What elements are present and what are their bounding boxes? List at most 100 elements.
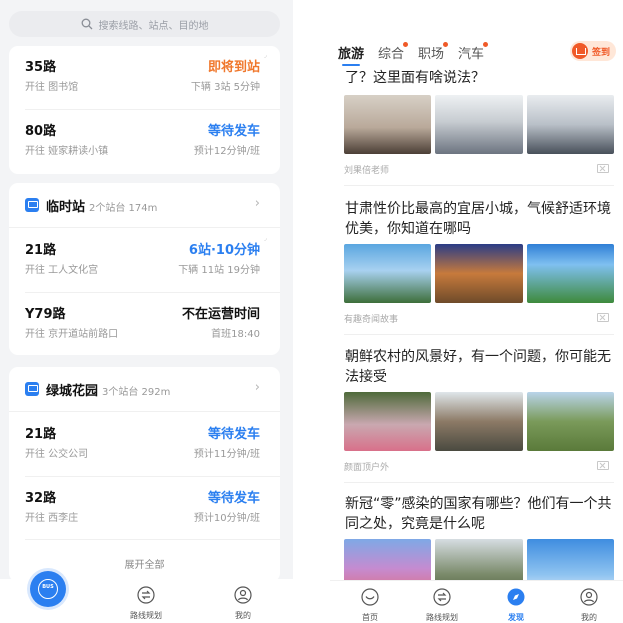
- nav-label: 我的: [235, 611, 251, 620]
- bus-tab-label: BUS: [42, 584, 54, 590]
- line-name: 80路: [25, 124, 57, 139]
- arrival-status: 等待发车: [207, 427, 260, 442]
- line-direction: 开往 娅家耕读小镇: [25, 146, 109, 157]
- article-images[interactable]: [344, 244, 614, 303]
- article-images[interactable]: [344, 392, 614, 451]
- article-title[interactable]: 新冠“零”感染的国家有哪些？他们有一个共同之处，究竟是什么呢: [345, 494, 615, 534]
- line-direction: 开往 公交公司: [25, 449, 89, 460]
- bottom-nav: 首页 路线规划 发现 我的: [330, 580, 623, 623]
- tab-workplace[interactable]: 职场: [418, 42, 449, 62]
- line-row[interactable]: Y79路 开往 京开道站前路口 不在运营时间 首班18:40: [9, 293, 280, 355]
- tab-travel[interactable]: 旅游: [338, 43, 364, 66]
- user-icon: [234, 586, 252, 604]
- search-placeholder: 搜索线路、站点、目的地: [98, 20, 209, 32]
- signin-button[interactable]: 签到: [570, 41, 616, 61]
- line-name: 21路: [25, 243, 57, 258]
- article-source: 颜面顶户外: [344, 463, 390, 473]
- line-name: Y79路: [25, 307, 66, 322]
- new-dot-icon: [443, 42, 449, 47]
- line-direction: 开往 工人文化宫: [25, 265, 99, 276]
- line-direction: 开往 图书馆: [25, 82, 79, 93]
- article-thumbnail: [344, 244, 432, 303]
- article-thumbnail: [435, 392, 523, 451]
- station-name: 绿城花园 3个站台 292m: [46, 384, 171, 399]
- search-bar[interactable]: 搜索线路、站点、目的地: [9, 11, 280, 37]
- station-card-2: 绿城花园 3个站台 292m › 21路 开往 公交公司 等待发车 预计11分钟/…: [9, 367, 280, 582]
- arrival-status: 等待发车: [207, 124, 260, 139]
- realtime-signal-icon: ◞: [264, 51, 267, 59]
- article-images[interactable]: [344, 95, 614, 154]
- nav-discover[interactable]: 发现: [486, 587, 546, 623]
- article-title[interactable]: 了？这里面有啥说法？: [345, 68, 615, 88]
- line-row[interactable]: 80路 开往 娅家耕读小镇 等待发车 预计12分钟/班: [9, 110, 280, 172]
- line-direction: 开往 西李庄: [25, 513, 79, 524]
- chevron-right-icon: ›: [254, 380, 260, 395]
- category-tabs: 旅游 综合 职场 汽车: [338, 42, 489, 66]
- nav-home[interactable]: 首页: [340, 587, 400, 623]
- tab-general[interactable]: 综合: [378, 42, 409, 62]
- line-row[interactable]: 35路 开往 图书馆 即将到站 下辆 3站 5分钟 ◞: [9, 46, 280, 108]
- nav-route-planning[interactable]: 路线规划: [412, 587, 472, 623]
- dismiss-icon[interactable]: [597, 313, 609, 322]
- article-title[interactable]: 朝鲜农村的风景好，有一个问题，你可能无法接受: [345, 347, 615, 387]
- article-thumbnail: [526, 95, 614, 154]
- discover-feed-panel: 旅游 综合 职场 汽车 签到 了？这里面有啥说法？ 刘果倍老师 甘肃性价比最高的…: [330, 0, 623, 623]
- nav-route-planning[interactable]: 路线规划: [116, 585, 176, 621]
- nav-label: 首页: [362, 613, 378, 622]
- station-header[interactable]: 临时站 2个站台 174m ›: [9, 183, 280, 227]
- dismiss-icon[interactable]: [597, 461, 609, 470]
- divider: [9, 227, 280, 228]
- station-name: 临时站 2个站台 174m: [46, 200, 158, 215]
- station-card-1: 临时站 2个站台 174m › 21路 开往 工人文化宫 6站·10分钟 下辆 1…: [9, 183, 280, 355]
- article-thumbnail: [344, 392, 432, 451]
- station-meta: 2个站台 174m: [89, 203, 158, 214]
- arrival-status: 6站·10分钟: [188, 243, 260, 258]
- article-thumbnail: [435, 244, 523, 303]
- arrival-status: 不在运营时间: [181, 307, 260, 322]
- line-row[interactable]: 21路 开往 公交公司 等待发车 预计11分钟/班: [9, 413, 280, 475]
- arrival-detail: 下辆 11站 19分钟: [178, 265, 260, 276]
- divider: [344, 334, 614, 335]
- route-icon: [137, 586, 155, 604]
- divider: [344, 185, 614, 186]
- gift-icon: [572, 43, 588, 59]
- new-dot-icon: [483, 42, 489, 47]
- article-source: 刘果倍老师: [344, 166, 390, 176]
- nav-label: 路线规划: [426, 613, 458, 622]
- arrival-detail: 预计12分钟/班: [193, 146, 260, 157]
- screenshot: 搜索线路、站点、目的地 35路 开往 图书馆 即将到站 下辆 3站 5分钟 ◞ …: [0, 0, 623, 623]
- line-name: 32路: [25, 491, 57, 506]
- arrival-detail: 下辆 3站 5分钟: [190, 82, 260, 93]
- nav-label: 发现: [508, 613, 524, 622]
- article-thumbnail: [344, 95, 432, 154]
- bus-tab-button[interactable]: BUS: [30, 571, 66, 607]
- arrival-detail: 预计10分钟/班: [193, 513, 260, 524]
- divider: [25, 539, 280, 540]
- nav-label: 我的: [581, 613, 597, 622]
- panel-gap: [293, 0, 330, 623]
- nearby-lines-card: 35路 开往 图书馆 即将到站 下辆 3站 5分钟 ◞ 80路 开往 娅家耕读小…: [9, 46, 280, 174]
- arrival-status: 即将到站: [207, 60, 260, 75]
- search-icon: [81, 18, 92, 30]
- station-header[interactable]: 绿城花园 3个站台 292m ›: [9, 367, 280, 411]
- tab-auto[interactable]: 汽车: [458, 42, 489, 62]
- arrival-detail: 预计11分钟/班: [193, 449, 260, 460]
- expand-all-button[interactable]: 展开全部: [9, 556, 280, 571]
- line-name: 35路: [25, 60, 57, 75]
- home-icon: [361, 588, 379, 606]
- nav-mine[interactable]: 我的: [213, 585, 273, 621]
- line-name: 21路: [25, 427, 57, 442]
- user-icon: [580, 588, 598, 606]
- article-title[interactable]: 甘肃性价比最高的宜居小城，气候舒适环境优美，你知道在哪吗: [345, 199, 615, 239]
- bus-stop-icon: [25, 198, 39, 212]
- line-direction: 开往 京开道站前路口: [25, 329, 119, 340]
- nav-mine[interactable]: 我的: [559, 587, 619, 623]
- line-row[interactable]: 32路 开往 西李庄 等待发车 预计10分钟/班: [9, 477, 280, 539]
- compass-icon: [507, 588, 525, 606]
- dismiss-icon[interactable]: [597, 164, 609, 173]
- divider: [9, 411, 280, 412]
- article-source: 有趣奇闻故事: [344, 315, 399, 325]
- bus-stop-icon: [25, 382, 39, 396]
- line-row[interactable]: 21路 开往 工人文化宫 6站·10分钟 下辆 11站 19分钟 ◞: [9, 229, 280, 291]
- new-dot-icon: [403, 42, 409, 47]
